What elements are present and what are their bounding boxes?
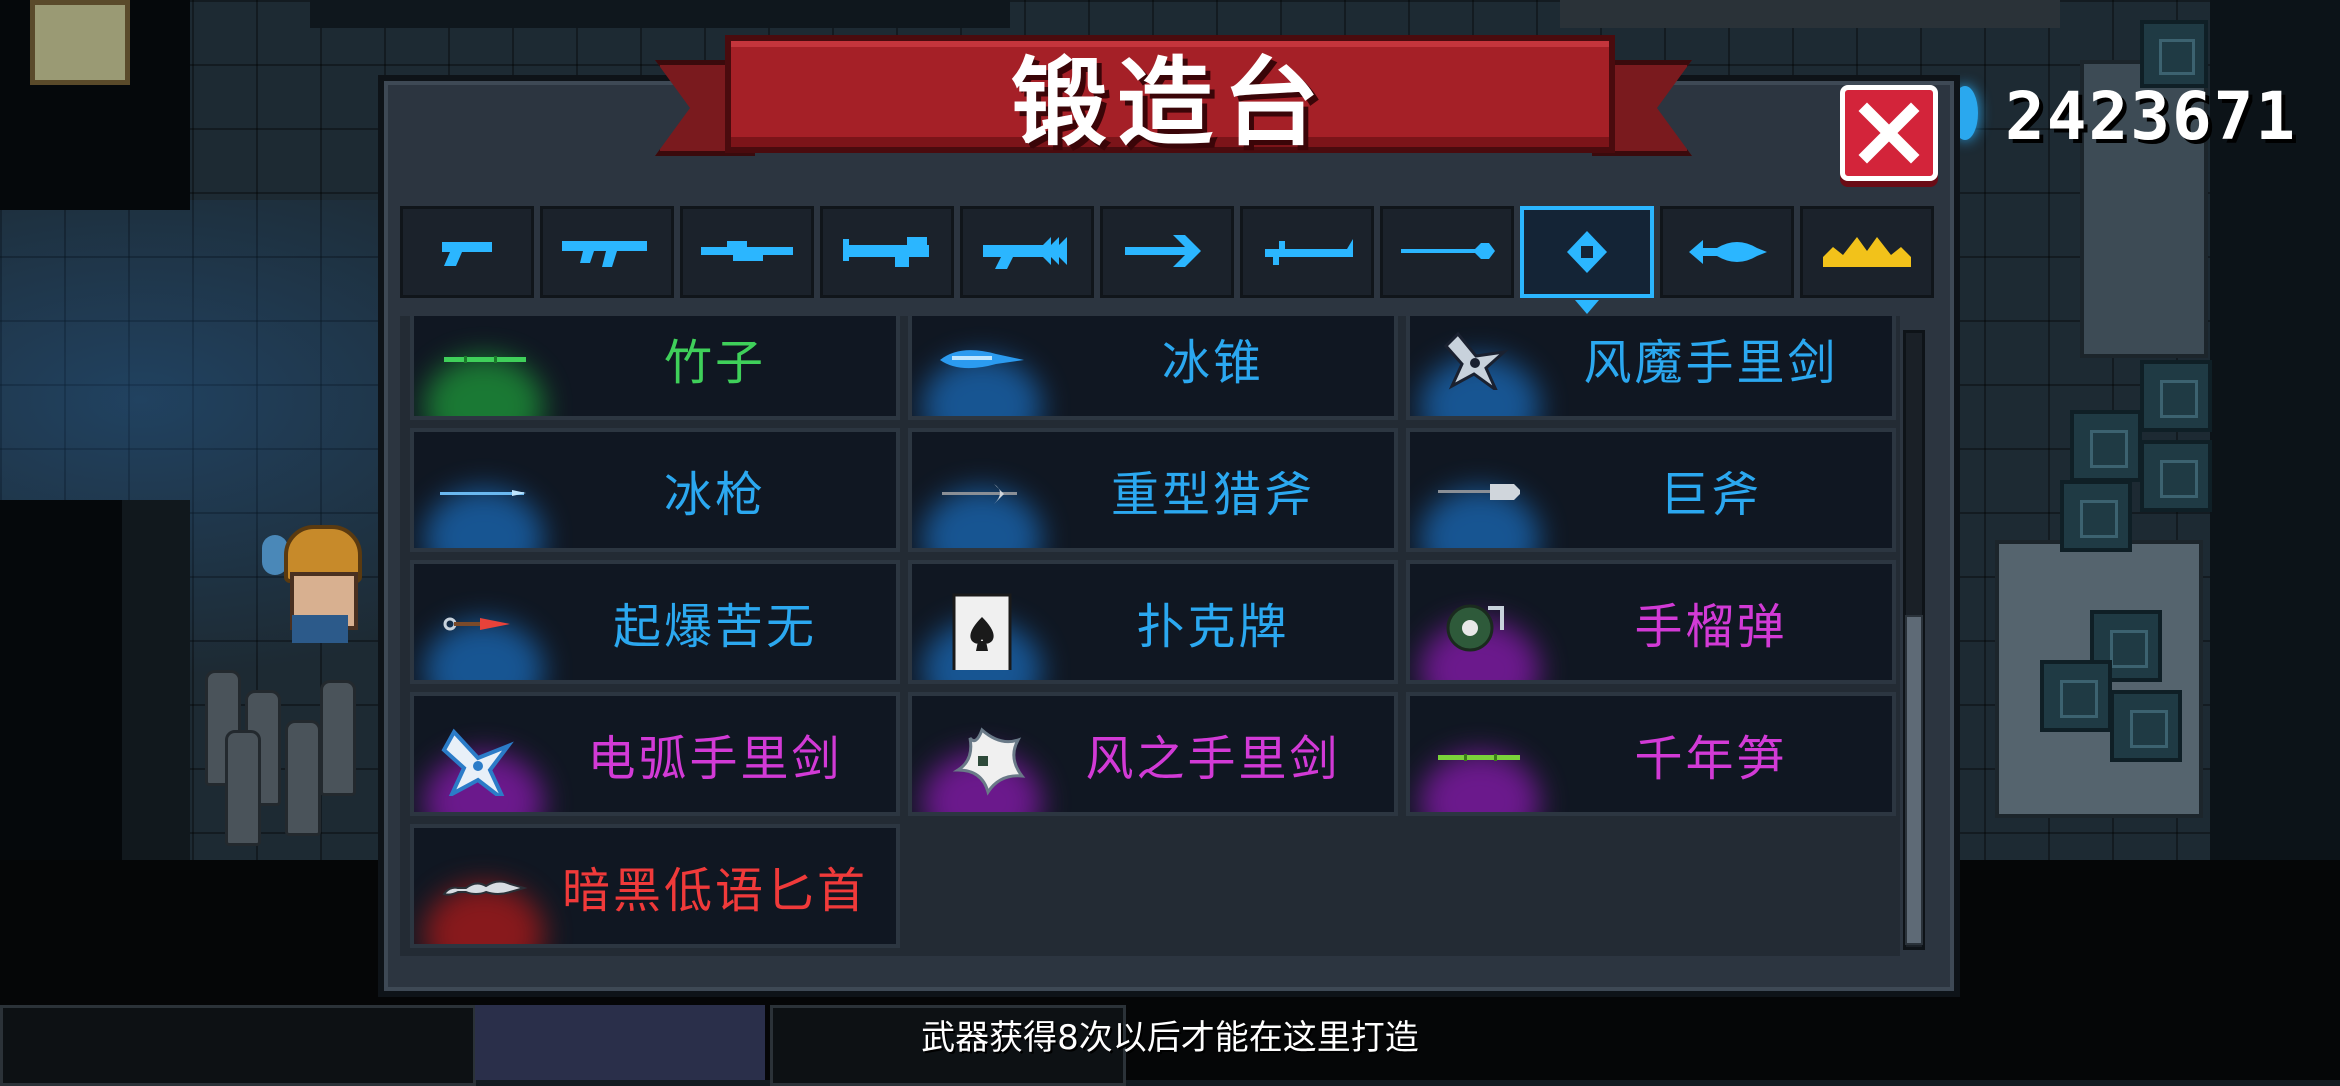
npc-character[interactable] [262,520,372,643]
ice-cone-icon [940,350,1024,369]
grenade-icon [1446,604,1504,652]
playing-card-icon [952,593,1012,670]
weapon-name: 风魔手里剑 [1583,335,1839,391]
wall-sign [30,0,130,85]
spear-icon [1401,243,1495,259]
pillar [122,500,190,860]
weapon-name: 暗黑低语匕首 [561,863,868,919]
tab-heavy-gun[interactable] [820,206,954,298]
tab-sniper[interactable] [680,206,814,298]
wall-top [310,0,1010,28]
weapon-item-bamboo[interactable]: 竹子 [410,316,900,420]
weapon-name: 手榴弹 [1634,599,1788,655]
wall-top [1560,0,2060,28]
bamboo-icon [444,356,526,363]
ice-spear-icon [440,490,526,496]
dagger-icon [442,880,528,896]
weapon-item-arc-shuriken[interactable]: 电弧手里剑 [410,692,900,816]
weapon-item-grenade[interactable]: 手榴弹 [1406,560,1896,684]
assault-rifle-icon [562,241,647,267]
crown-icon [1823,237,1911,267]
forge-title: 锻造台 [1011,46,1329,159]
wind-shuriken-icon [952,727,1026,796]
tab-pistol[interactable] [400,206,534,298]
crate [2070,410,2142,482]
weapon-item-heavy-axe[interactable]: 重型猎斧 [908,428,1398,552]
weapon-item-giant-axe[interactable]: 巨斧 [1406,428,1896,552]
bamboo-shoot-icon [1438,754,1520,761]
weapon-name: 电弧手里剑 [587,731,843,787]
crate [2140,440,2212,512]
forge-title-banner: 锻造台 [725,35,1615,159]
heavy-gun-icon [843,237,929,267]
tab-fish[interactable] [1660,206,1794,298]
kunai-icon [443,617,510,631]
crate [2040,660,2112,732]
crate [2140,360,2212,432]
weapon-category-tabs [400,206,1940,314]
giant-axe-icon [1438,484,1520,500]
weapon-item-ice-cone[interactable]: 冰锥 [908,316,1398,420]
weapon-item-wind-shuriken[interactable]: 风之手里剑 [908,692,1398,816]
gas-tank [285,720,321,836]
pistol-icon [442,242,492,266]
sniper-rifle-icon [701,241,793,261]
close-button[interactable] [1840,85,1938,181]
shuriken-icon [1443,331,1509,390]
scrollbar-thumb[interactable] [1905,615,1923,945]
forge-hint-text: 武器获得8次以后才能在这里打造 [921,1018,1419,1058]
arc-shuriken-icon [441,728,514,796]
weapon-item-fuma-shuriken[interactable]: 风魔手里剑 [1406,316,1896,420]
weapon-item-millennium-shoot[interactable]: 千年笋 [1406,692,1896,816]
spiked-launcher-icon [983,237,1067,269]
weapon-item-kunai[interactable]: 起爆苦无 [410,560,900,684]
fish-icon [1689,240,1767,264]
gas-tank [225,730,261,846]
throwable-icon [1567,231,1607,273]
crate [2060,480,2132,552]
weapon-item-ice-spear[interactable]: 冰枪 [410,428,900,552]
gas-tank [320,680,356,796]
tab-crossbow[interactable] [1100,206,1234,298]
crossbow-icon [1125,235,1201,267]
tab-sword[interactable] [1240,206,1374,298]
weapon-name: 重型猎斧 [1110,467,1315,523]
close-icon [1858,102,1920,164]
sword-icon [1265,239,1353,265]
tab-launcher[interactable] [960,206,1094,298]
tab-special[interactable] [1800,206,1934,298]
crate [2110,690,2182,762]
tab-spear[interactable] [1380,206,1514,298]
weapon-name: 冰锥 [1161,335,1264,391]
weapon-name: 巨斧 [1659,467,1762,523]
weapon-name: 起爆苦无 [612,599,817,655]
weapon-name: 扑克牌 [1136,599,1290,655]
weapon-name: 冰枪 [663,467,766,523]
weapon-name: 风之手里剑 [1085,731,1341,787]
weapon-item-poker-card[interactable]: 扑克牌 [908,560,1398,684]
heavy-axe-icon [942,484,1017,504]
tab-assault-rifle[interactable] [540,206,674,298]
weapon-name: 竹子 [663,335,766,391]
weapon-list[interactable]: 竹子 冰锥 风魔手里剑 冰枪 重型猎斧 巨斧 起爆苦无 扑克牌 手榴弹 电弧手里… [400,316,1900,956]
gem-counter: 2423671 [2005,78,2298,155]
weapon-item-dark-whisper-dagger[interactable]: 暗黑低语匕首 [410,824,900,948]
weapon-name: 千年笋 [1634,731,1788,787]
tab-throwable[interactable] [1520,206,1654,314]
